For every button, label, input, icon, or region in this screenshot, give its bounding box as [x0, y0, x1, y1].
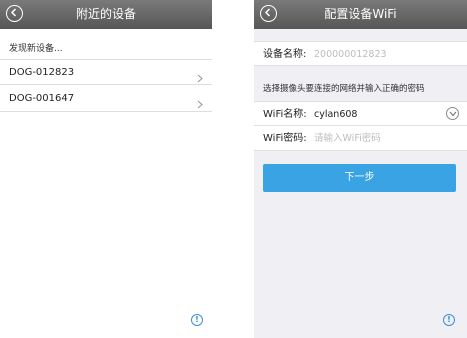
chevron-right-icon: [197, 68, 203, 87]
discovery-hint: 发现新设备...: [9, 44, 63, 54]
configure-wifi-screen: 配置设备WiFi 设备名称: 200000012823 选择摄像头要连接的网络并…: [254, 0, 467, 338]
device-row[interactable]: DOG-012823: [0, 59, 212, 85]
wifi-name-row[interactable]: WiFi名称: cylan608: [254, 101, 467, 126]
wifi-password-row[interactable]: WiFi密码: 请输入WiFi密码: [254, 126, 467, 151]
wifi-name-value: cylan608: [314, 109, 358, 120]
chevron-right-icon: [197, 94, 203, 113]
page-title: 附近的设备: [75, 7, 136, 21]
nav-bar: 配置设备WiFi: [254, 0, 467, 29]
device-row[interactable]: DOG-001647: [0, 86, 212, 112]
instruction-text: 选择摄像头要连接的网络并输入正确的密码: [263, 84, 425, 94]
nav-bar: 附近的设备: [0, 0, 212, 29]
device-name-label: 设备名称:: [263, 49, 307, 60]
wifi-password-label: WiFi密码:: [263, 133, 307, 144]
device-name-row: 设备名称: 200000012823: [254, 41, 467, 66]
info-icon[interactable]: !: [443, 314, 455, 326]
device-name: DOG-001647: [9, 93, 75, 104]
next-button[interactable]: 下一步: [263, 164, 456, 192]
chevron-down-circle-icon[interactable]: [446, 107, 459, 120]
wifi-name-label: WiFi名称:: [263, 109, 307, 120]
device-name-value: 200000012823: [314, 49, 387, 60]
wifi-password-input[interactable]: 请输入WiFi密码: [314, 126, 381, 151]
device-name: DOG-012823: [9, 67, 75, 78]
nearby-devices-screen: 附近的设备 发现新设备... DOG-012823 DOG-001647 !: [0, 0, 212, 338]
info-icon[interactable]: !: [191, 314, 203, 326]
page-title: 配置设备WiFi: [324, 7, 397, 21]
